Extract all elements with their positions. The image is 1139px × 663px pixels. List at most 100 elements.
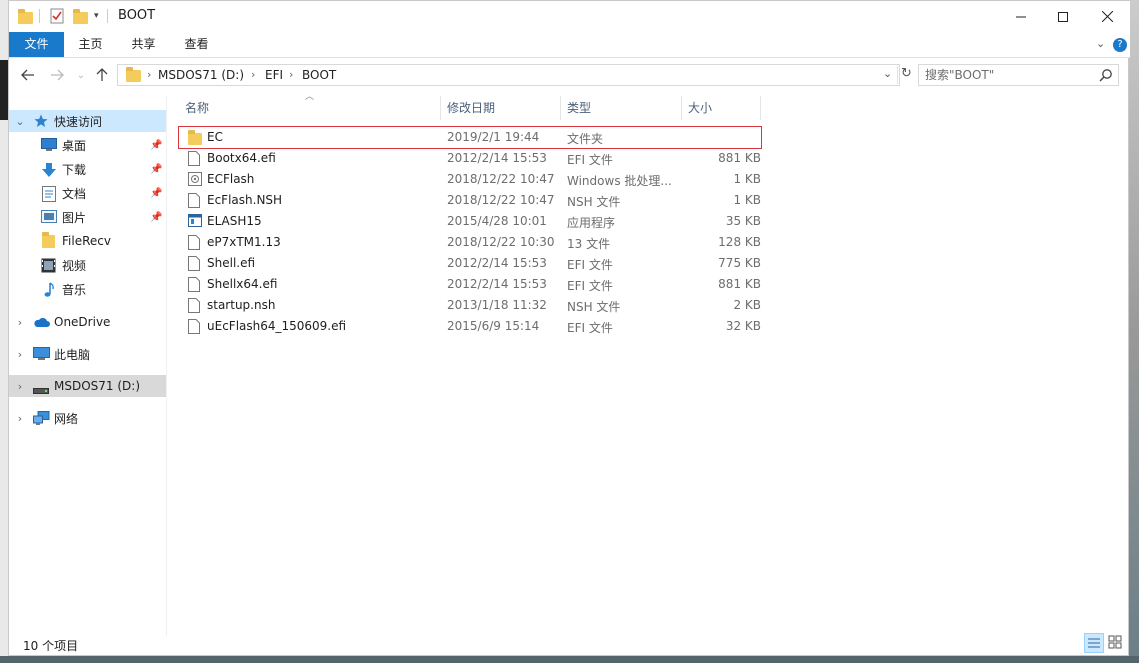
minimize-button[interactable] [998,1,1044,32]
file-date: 2018/12/22 10:47 [447,193,555,207]
file-row[interactable]: ECFlash 2018/12/22 10:47 Windows 批处理... … [179,169,761,190]
tab-home[interactable]: 主页 [64,32,117,57]
up-button[interactable] [92,65,112,85]
close-button[interactable] [1084,1,1130,32]
file-size: 881 KB [718,277,761,291]
file-row[interactable]: eP7xTM1.13 2018/12/22 10:30 13 文件 128 KB [179,232,761,253]
breadcrumb-efi[interactable]: EFI [265,68,283,82]
file-type: NSH 文件 [567,300,621,314]
desktop-background-right [1129,0,1139,663]
new-folder-icon[interactable] [73,7,88,25]
file-date: 2013/1/18 11:32 [447,298,547,312]
file-date: 2015/4/28 10:01 [447,214,547,228]
sidebar-item-pictures[interactable]: 图片 📌 [9,206,166,228]
status-item-count: 10 个项目 [23,639,79,653]
file-name: uEcFlash64_150609.efi [207,319,347,333]
customize-quick-access-icon[interactable]: ▾ [94,7,99,25]
folder-icon [42,232,58,249]
collapse-chevron-icon[interactable]: ⌄ [15,115,25,128]
expand-ribbon-chevron-icon[interactable]: ⌄ [1096,37,1105,50]
sidebar-item-label: 网络 [54,411,79,426]
file-name: ELASH15 [207,214,262,228]
forward-button[interactable] [47,65,67,85]
file-row[interactable]: EcFlash.NSH 2018/12/22 10:47 NSH 文件 1 KB [179,190,761,211]
sidebar-item-label: 此电脑 [54,347,91,362]
column-header-name[interactable]: 名称 [179,96,441,120]
star-icon [34,114,50,128]
breadcrumb-separator-icon[interactable]: › [147,68,151,81]
sidebar-item-label: OneDrive [54,315,111,329]
network-icon [33,411,50,425]
breadcrumb-boot[interactable]: BOOT [302,68,336,82]
sidebar-item-quick-access[interactable]: ⌄ 快速访问 [9,110,166,132]
expand-chevron-icon[interactable]: › [15,380,25,393]
column-header-type[interactable]: 类型 [561,96,682,120]
back-button[interactable] [18,65,38,85]
sidebar-item-desktop[interactable]: 桌面 📌 [9,134,166,156]
search-icon[interactable] [1099,68,1113,82]
pin-icon[interactable]: 📌 [150,212,162,223]
file-row-ec[interactable]: EC 2019/2/1 19:44 文件夹 [178,126,762,149]
expand-chevron-icon[interactable]: › [15,412,25,425]
file-row[interactable]: Shell.efi 2012/2/14 15:53 EFI 文件 775 KB [179,253,761,274]
sidebar-item-filerecv[interactable]: FileRecv [9,230,166,252]
file-icon [188,256,201,271]
search-box[interactable] [918,64,1119,86]
file-row[interactable]: ELASH15 2015/4/28 10:01 应用程序 35 KB [179,211,761,232]
file-name: Shell.efi [207,256,256,270]
divider [39,9,40,23]
sidebar-item-music[interactable]: 音乐 [9,278,166,300]
sidebar-item-label: 桌面 [62,138,87,153]
sidebar-item-drive[interactable]: › MSDOS71 (D:) [9,375,166,397]
refresh-icon[interactable]: ↻ [897,66,915,84]
search-input[interactable] [925,67,1095,83]
file-date: 2012/2/14 15:53 [447,151,547,165]
pin-icon[interactable]: 📌 [150,164,162,175]
pin-icon[interactable]: 📌 [150,140,162,151]
file-name: Bootx64.efi [207,151,276,165]
file-name: eP7xTM1.13 [207,235,281,249]
file-size: 1 KB [733,172,761,186]
sidebar-item-label: 图片 [62,210,87,225]
folder-icon [188,130,202,146]
file-type: NSH 文件 [567,195,621,209]
tab-share[interactable]: 共享 [117,32,170,57]
large-icons-view-icon[interactable] [1106,633,1126,653]
address-folder-icon [126,67,141,82]
sidebar-item-onedrive[interactable]: › OneDrive [9,311,166,333]
batch-file-icon [188,172,202,187]
sidebar-item-videos[interactable]: 视频 [9,254,166,276]
file-type: Windows 批处理... [567,174,672,188]
address-history-chevron-icon[interactable]: ⌄ [883,67,892,80]
breadcrumb-separator-icon[interactable]: › [251,68,255,81]
recent-locations-chevron-icon[interactable]: ⌄ [71,65,91,85]
file-date: 2018/12/22 10:47 [447,172,555,186]
help-icon[interactable]: ? [1113,38,1127,52]
file-row[interactable]: Bootx64.efi 2012/2/14 15:53 EFI 文件 881 K… [179,148,761,169]
sidebar-item-network[interactable]: › 网络 [9,407,166,429]
column-header-size[interactable]: 大小 [682,96,761,120]
details-view-icon[interactable] [1084,633,1104,653]
breadcrumb-separator-icon[interactable]: › [289,68,293,81]
sidebar-item-label: FileRecv [62,234,111,248]
sidebar-item-documents[interactable]: 文档 📌 [9,182,166,204]
file-row[interactable]: Shellx64.efi 2012/2/14 15:53 EFI 文件 881 … [179,274,761,295]
address-bar[interactable]: › MSDOS71 (D:) › EFI › BOOT ⌄ ↻ [117,64,912,86]
properties-icon[interactable] [50,7,64,25]
file-row[interactable]: uEcFlash64_150609.efi 2015/6/9 15:14 EFI… [179,316,761,337]
tab-view[interactable]: 查看 [170,32,223,57]
desktop-icon [41,138,57,152]
expand-chevron-icon[interactable]: › [15,348,25,361]
tab-file[interactable]: 文件 [9,32,64,57]
onedrive-cloud-icon [33,317,50,331]
pin-icon[interactable]: 📌 [150,188,162,199]
sidebar-item-this-pc[interactable]: › 此电脑 [9,343,166,365]
download-icon [41,162,57,177]
file-size: 1 KB [733,193,761,207]
sidebar-item-downloads[interactable]: 下载 📌 [9,158,166,180]
column-header-date[interactable]: 修改日期 [441,96,561,120]
maximize-button[interactable] [1040,1,1086,32]
breadcrumb-drive[interactable]: MSDOS71 (D:) [158,68,244,82]
file-row[interactable]: startup.nsh 2013/1/18 11:32 NSH 文件 2 KB [179,295,761,316]
expand-chevron-icon[interactable]: › [15,316,25,329]
